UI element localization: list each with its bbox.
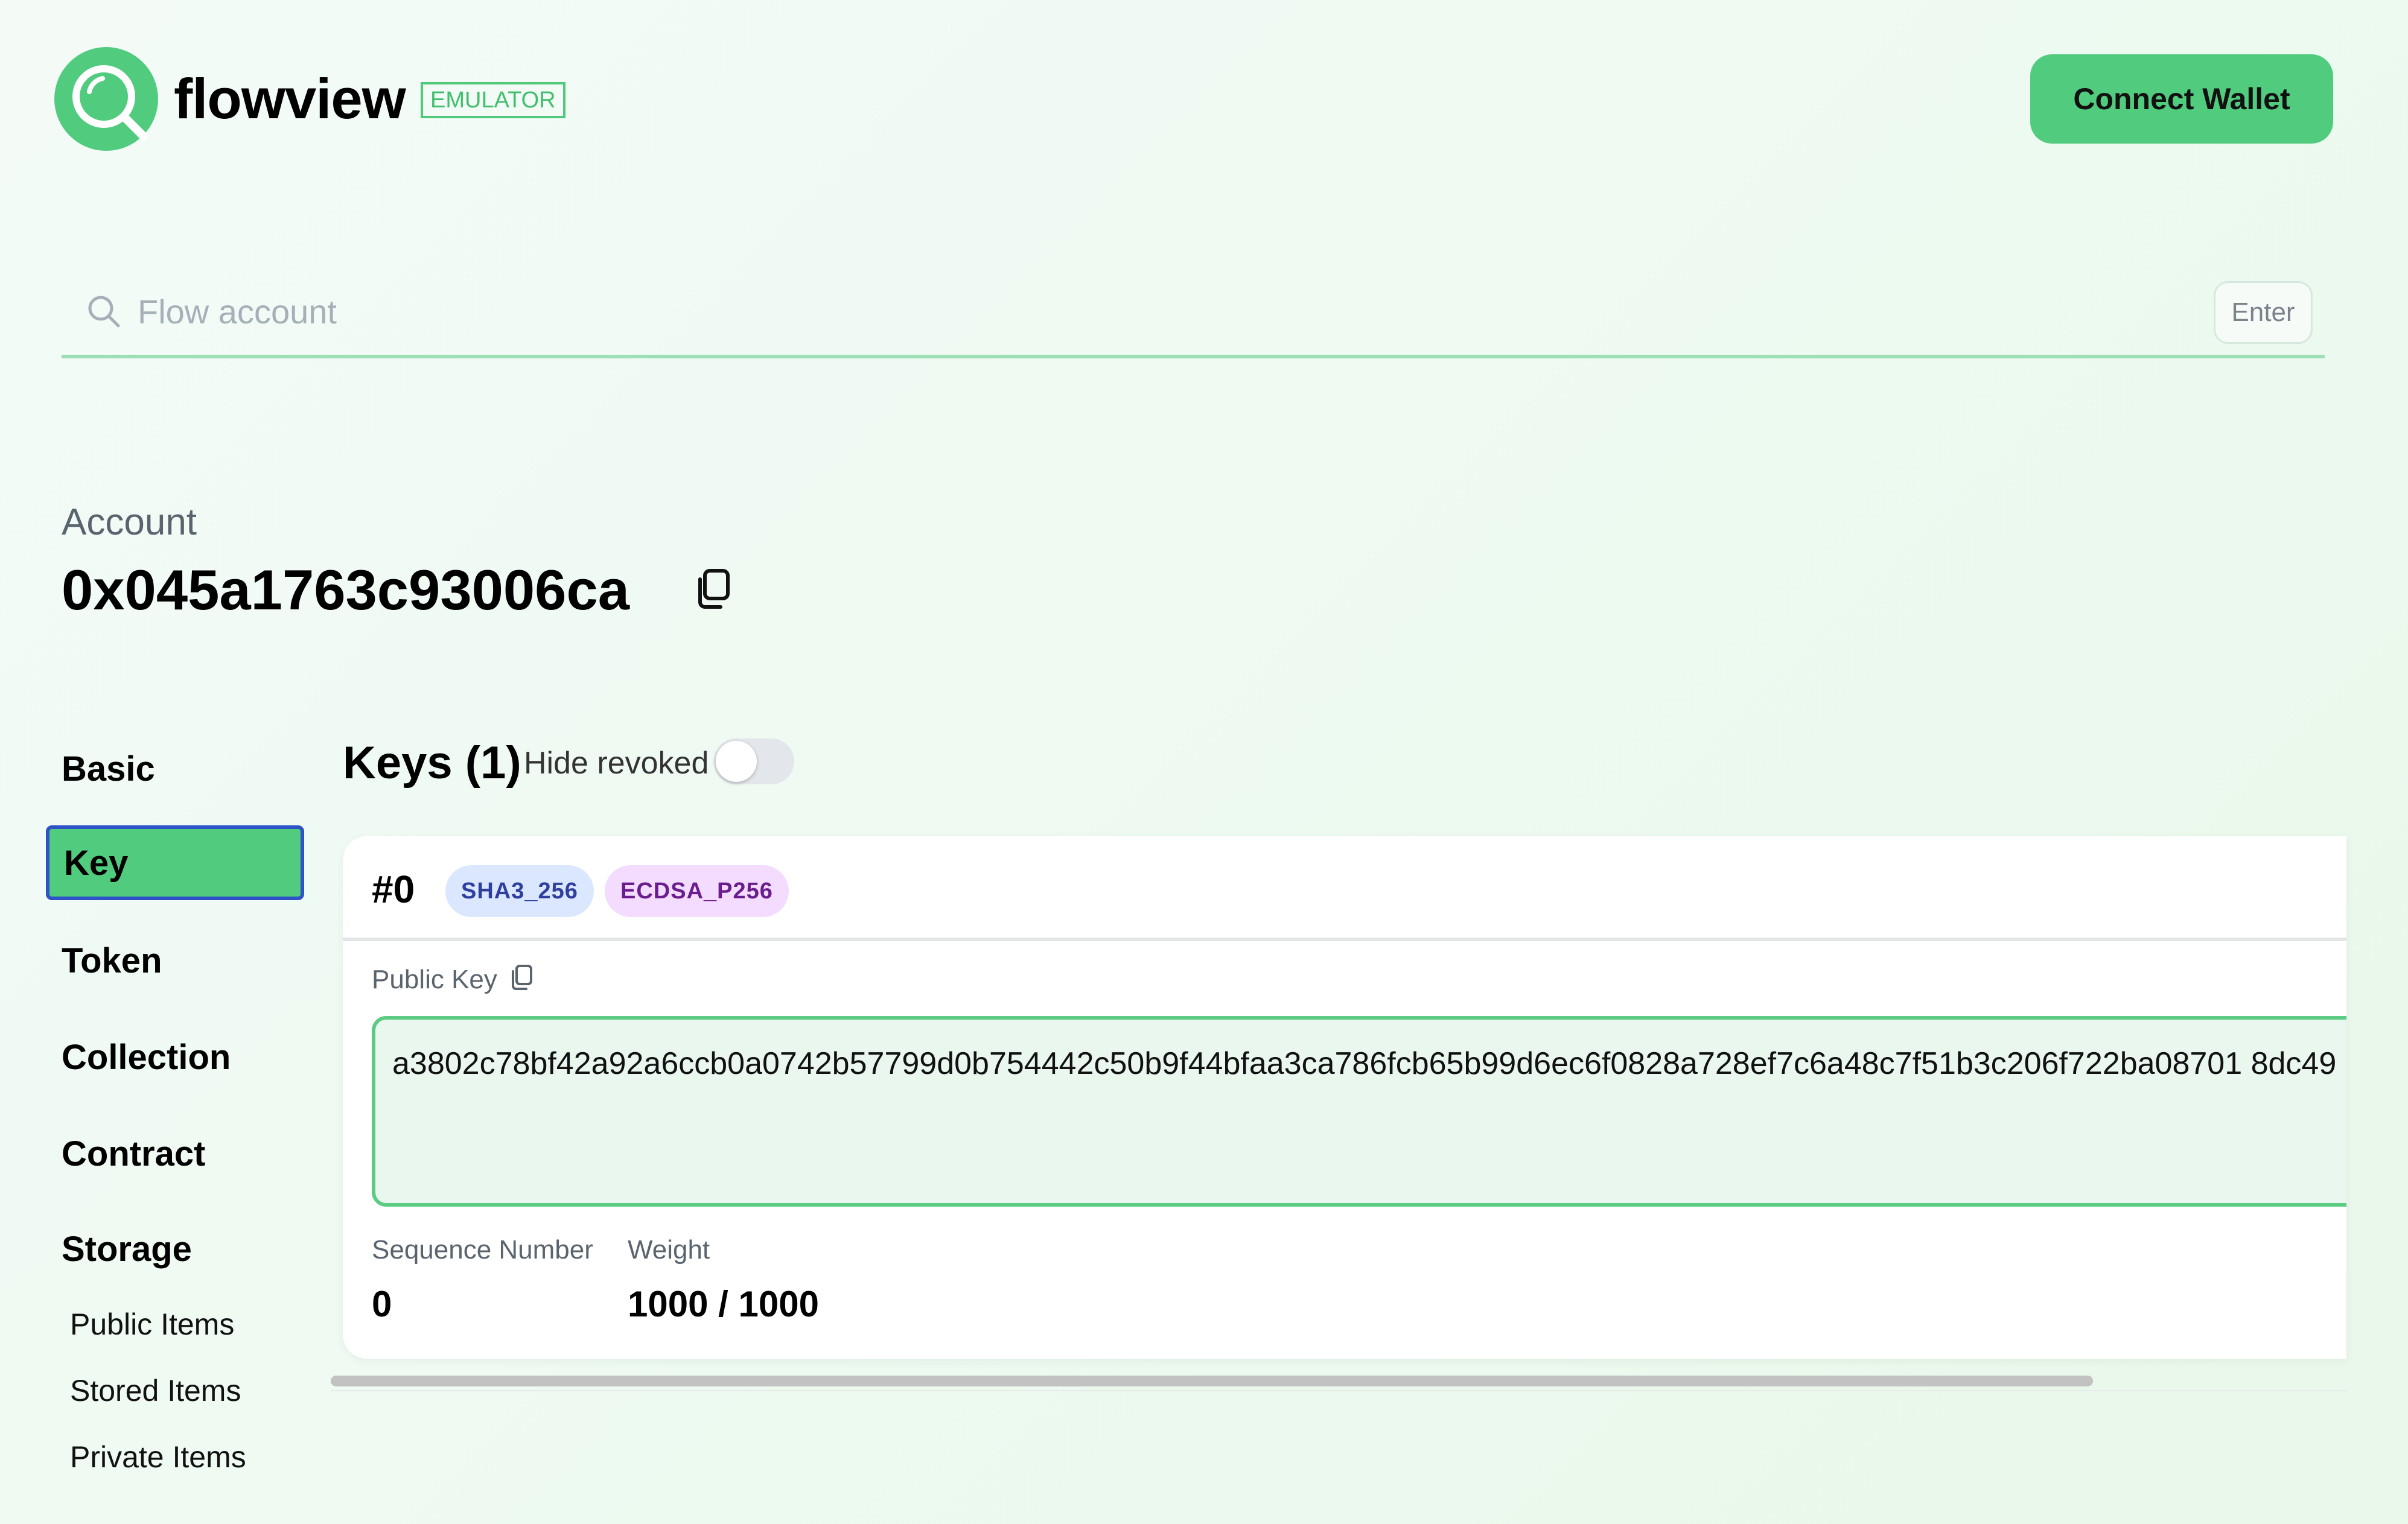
weight-value: 1000 / 1000 xyxy=(628,1284,819,1324)
sidebar-item-basic[interactable]: Basic xyxy=(62,748,155,790)
sidebar-item-token[interactable]: Token xyxy=(62,940,162,982)
public-key-value: a3802c78bf42a92a6ccb0a0742b57799d0b75444… xyxy=(392,1046,2337,1081)
sidebar-item-private-items[interactable]: Private Items xyxy=(70,1438,246,1476)
brand-name: flowview xyxy=(174,67,406,130)
enter-button[interactable]: Enter xyxy=(2214,281,2313,344)
sidebar-item-key[interactable]: Key xyxy=(46,825,304,900)
hash-algo-badge: SHA3_256 xyxy=(445,865,594,917)
key-card: #0 SHA3_256 ECDSA_P256 Public Key a3802c… xyxy=(343,836,2346,1359)
sidebar-item-public-items[interactable]: Public Items xyxy=(70,1306,234,1343)
weight-label: Weight xyxy=(628,1235,710,1265)
public-key-label: Public Key xyxy=(372,965,497,994)
public-key-box: a3802c78bf42a92a6ccb0a0742b57799d0b75444… xyxy=(372,1016,2346,1207)
scrollbar-thumb[interactable] xyxy=(331,1376,2093,1386)
copy-public-key-icon[interactable] xyxy=(509,964,534,992)
sequence-number-value: 0 xyxy=(372,1284,392,1324)
sidebar-item-storage[interactable]: Storage xyxy=(62,1228,192,1271)
sequence-number-label: Sequence Number xyxy=(372,1235,593,1265)
env-badge: EMULATOR xyxy=(421,82,565,118)
copy-icon[interactable] xyxy=(694,568,731,611)
card-divider xyxy=(343,938,2346,941)
search-icon xyxy=(86,293,122,329)
keys-title: Keys (1) xyxy=(343,737,521,789)
flowview-logo-icon[interactable] xyxy=(53,46,159,152)
sidebar-item-stored-items[interactable]: Stored Items xyxy=(70,1372,241,1409)
connect-wallet-button[interactable]: Connect Wallet xyxy=(2030,54,2333,144)
horizontal-scrollbar[interactable] xyxy=(331,1373,2346,1391)
hide-revoked-toggle[interactable] xyxy=(713,738,794,784)
sidebar-item-contract[interactable]: Contract xyxy=(62,1133,205,1175)
key-index: #0 xyxy=(372,868,415,911)
sidebar-item-collection[interactable]: Collection xyxy=(62,1037,231,1079)
account-label: Account xyxy=(62,501,197,543)
toggle-knob xyxy=(716,741,757,782)
hide-revoked-label: Hide revoked xyxy=(524,746,709,781)
account-search-input[interactable] xyxy=(136,284,2130,339)
search-bar: Enter xyxy=(62,265,2325,358)
account-address: 0x045a1763c93006ca xyxy=(62,558,630,621)
sign-algo-badge: ECDSA_P256 xyxy=(605,865,789,917)
